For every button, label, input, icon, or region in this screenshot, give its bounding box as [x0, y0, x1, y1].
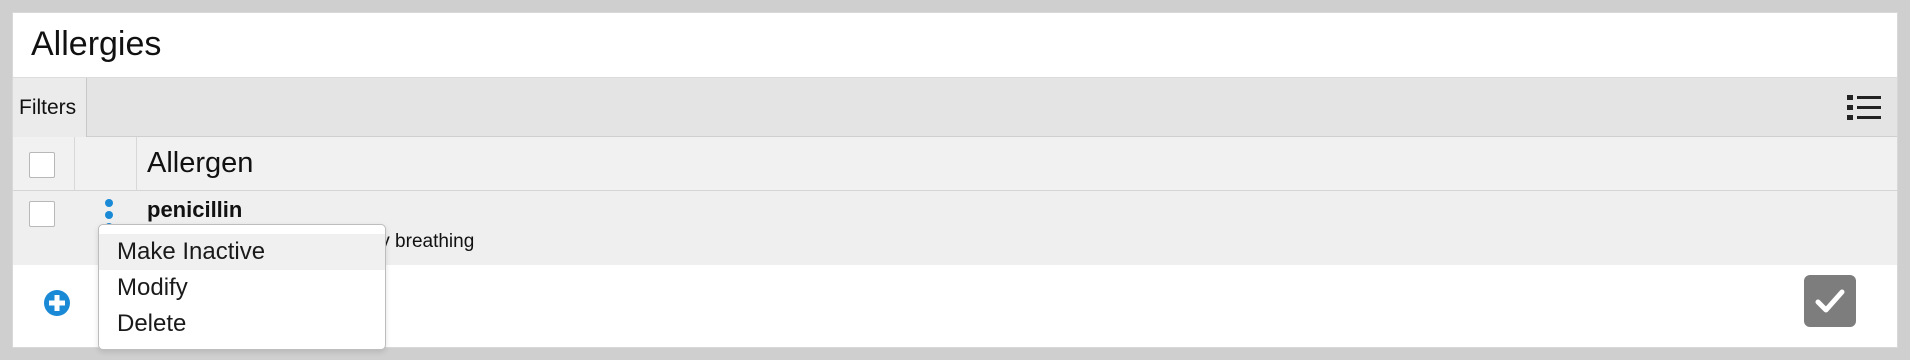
allergen-name: penicillin	[147, 197, 243, 222]
filter-toolbar: Filters	[13, 77, 1897, 137]
actions-column-header	[75, 137, 137, 191]
list-icon	[1847, 95, 1881, 120]
plus-circle-icon	[44, 290, 70, 316]
row-checkbox[interactable]	[29, 201, 55, 227]
allergies-panel: Allergies Filters Allergen penicillin ty…	[12, 12, 1898, 350]
filters-button[interactable]: Filters	[13, 78, 87, 137]
select-all-checkbox[interactable]	[29, 152, 55, 178]
menu-item-modify[interactable]: Modify	[99, 270, 385, 306]
add-allergy-button[interactable]	[43, 289, 71, 317]
row-actions-menu: Make Inactive Modify Delete	[98, 224, 386, 350]
page-title: Allergies	[31, 25, 162, 63]
kebab-icon	[105, 199, 113, 207]
table-header: Allergen	[13, 137, 1897, 191]
checkmark-icon	[1815, 289, 1845, 313]
select-all-cell	[13, 137, 75, 191]
confirm-button[interactable]	[1804, 275, 1856, 327]
menu-item-delete[interactable]: Delete	[99, 306, 385, 342]
column-header-allergen[interactable]: Allergen	[147, 147, 253, 180]
list-view-button[interactable]	[1847, 93, 1881, 123]
menu-item-make-inactive[interactable]: Make Inactive	[99, 234, 385, 270]
